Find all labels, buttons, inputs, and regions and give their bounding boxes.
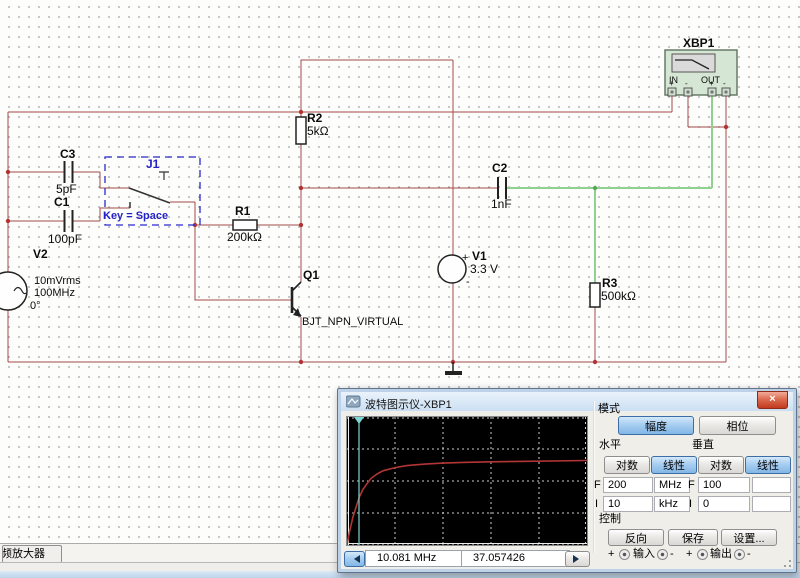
c1-ref: C1 bbox=[54, 196, 69, 208]
v1-plus-mark: + bbox=[462, 252, 468, 264]
multisim-workspace: C3 5pF C1 100pF V2 10mVrms 100MHz 0° J1 … bbox=[0, 0, 800, 578]
component-r1[interactable] bbox=[233, 220, 257, 230]
component-j1-switch[interactable] bbox=[129, 172, 170, 208]
v2-ref: V2 bbox=[33, 248, 48, 260]
v2-value-1: 10mVrms bbox=[34, 275, 81, 287]
window-title: 波特图示仪-XBP1 bbox=[365, 396, 452, 412]
in-minus-label: - bbox=[670, 548, 674, 560]
c2-ref: C2 bbox=[492, 162, 507, 174]
j1-ref: J1 bbox=[146, 158, 159, 170]
bode-plot-area[interactable] bbox=[346, 416, 588, 546]
magnitude-button[interactable]: 幅度 bbox=[618, 416, 694, 435]
v1-value: 3.3 V bbox=[470, 263, 498, 275]
vertical-i-unit-field bbox=[752, 496, 791, 512]
horizontal-section-label: 水平 bbox=[599, 439, 621, 451]
r2-value: 5kΩ bbox=[307, 125, 329, 137]
in-plus-label: + bbox=[608, 548, 614, 560]
in-label: 输入 bbox=[633, 548, 655, 560]
vertical-f-label: F bbox=[688, 479, 695, 491]
vertical-linear-button[interactable]: 线性 bbox=[745, 456, 791, 474]
sheet-tab-label: 高频放大器 bbox=[2, 546, 45, 562]
left-arrow-icon bbox=[350, 555, 360, 563]
r1-ref: R1 bbox=[235, 205, 250, 217]
vertical-f-value-field[interactable]: 100 bbox=[698, 477, 750, 493]
component-c2[interactable] bbox=[498, 177, 506, 199]
out-plus-terminal bbox=[697, 549, 708, 560]
mode-section-label: 模式 bbox=[598, 403, 620, 415]
component-xbp1[interactable] bbox=[665, 50, 737, 96]
out-label: 输出 bbox=[710, 548, 732, 560]
in-plus-terminal bbox=[619, 549, 630, 560]
out-minus-terminal bbox=[734, 549, 745, 560]
component-v2[interactable] bbox=[0, 272, 27, 310]
resize-grip[interactable] bbox=[789, 560, 791, 562]
v2-value-2: 100MHz bbox=[34, 287, 75, 299]
bode-curve bbox=[347, 461, 587, 546]
component-r2[interactable] bbox=[296, 117, 306, 144]
v1-minus-mark: - bbox=[466, 276, 470, 288]
settings-button[interactable]: 设置... bbox=[721, 529, 777, 546]
r3-ref: R3 bbox=[602, 277, 617, 289]
horizontal-f-unit-field: MHz bbox=[654, 477, 690, 493]
out-minus-label: - bbox=[747, 548, 751, 560]
r2-ref: R2 bbox=[307, 112, 322, 124]
q1-ref: Q1 bbox=[303, 269, 319, 281]
sheet-tab[interactable]: 高频放大器 bbox=[2, 545, 62, 563]
xbp1-out-minus: - bbox=[723, 80, 726, 88]
save-button[interactable]: 保存 bbox=[668, 529, 718, 546]
panel-separator bbox=[593, 401, 595, 553]
component-r3[interactable] bbox=[590, 283, 600, 307]
cursor-left-button[interactable] bbox=[344, 551, 365, 567]
xbp1-in-plus: + bbox=[669, 80, 674, 88]
phase-button[interactable]: 相位 bbox=[699, 416, 776, 435]
component-c1[interactable] bbox=[65, 210, 73, 232]
horizontal-linear-button[interactable]: 线性 bbox=[651, 456, 697, 474]
cursor-right-button[interactable] bbox=[565, 551, 590, 567]
junction-dot-green bbox=[593, 186, 597, 190]
c3-value: 5pF bbox=[56, 183, 77, 195]
component-q1[interactable] bbox=[292, 282, 301, 317]
r3-value: 500kΩ bbox=[601, 290, 636, 302]
in-minus-terminal bbox=[657, 549, 668, 560]
window-titlebar[interactable]: 波特图示仪-XBP1 × bbox=[341, 392, 793, 411]
r1-value: 200kΩ bbox=[227, 231, 262, 243]
ground-symbol[interactable] bbox=[445, 362, 462, 373]
right-arrow-icon bbox=[573, 555, 583, 563]
v1-ref: V1 bbox=[472, 250, 487, 262]
horizontal-f-value-field[interactable]: 200 bbox=[603, 477, 653, 493]
horizontal-f-label: F bbox=[594, 479, 601, 491]
vertical-f-unit-field bbox=[752, 477, 791, 493]
horizontal-i-unit-field: kHz bbox=[654, 496, 690, 512]
out-plus-label: + bbox=[686, 548, 692, 560]
j1-key-label: Key = Space bbox=[103, 210, 168, 222]
c3-ref: C3 bbox=[60, 148, 75, 160]
vertical-i-label: I bbox=[689, 498, 692, 510]
c2-value: 1nF bbox=[491, 198, 512, 210]
vertical-log-button[interactable]: 对数 bbox=[698, 456, 744, 474]
close-button[interactable]: × bbox=[757, 391, 788, 409]
reverse-button[interactable]: 反向 bbox=[608, 529, 664, 546]
horizontal-i-value-field[interactable]: 10 bbox=[603, 496, 653, 512]
component-c3[interactable] bbox=[65, 161, 73, 183]
horizontal-log-button[interactable]: 对数 bbox=[604, 456, 650, 474]
bode-plotter-window[interactable]: 波特图示仪-XBP1 × 10.081 MHz 37.057426 模式 幅度 … bbox=[337, 388, 797, 573]
vertical-i-value-field[interactable]: 0 bbox=[698, 496, 750, 512]
instrument-icon bbox=[346, 395, 361, 409]
wire-net-green[interactable] bbox=[506, 96, 712, 283]
cursor-frequency-readout: 10.081 MHz bbox=[365, 550, 472, 567]
xbp1-out-plus: + bbox=[709, 80, 714, 88]
xbp1-in-minus: - bbox=[685, 80, 688, 88]
v2-value-3: 0° bbox=[30, 300, 41, 312]
c1-value: 100pF bbox=[48, 233, 82, 245]
plot-grid bbox=[347, 417, 587, 545]
q1-model: BJT_NPN_VIRTUAL bbox=[302, 316, 403, 328]
xbp1-ref: XBP1 bbox=[683, 37, 714, 49]
cursor-value-readout: 37.057426 bbox=[461, 550, 570, 567]
control-section-label: 控制 bbox=[599, 513, 621, 525]
horizontal-i-label: I bbox=[595, 498, 598, 510]
vertical-section-label: 垂直 bbox=[692, 439, 714, 451]
